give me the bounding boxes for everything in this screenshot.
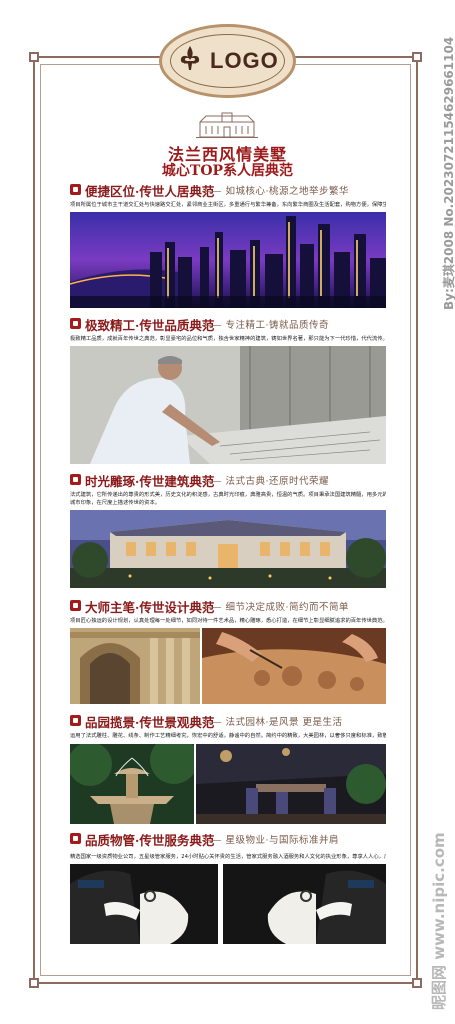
section-heading: 品质物管·传世服务典范 (85, 833, 215, 848)
section-body-line: 运用了法式雕柱、雕花、线条、制作工艺精细考究，恢宏中的舒适，静谧中的自然。简约中… (70, 733, 386, 739)
fleur-de-lis-icon (180, 46, 200, 70)
section-body-line: 项目匠心独运的设计规划，认真处理每一处细节，如同对待一件艺术品，精心雕琢，悉心打… (70, 618, 386, 624)
section-body-line: 法式建筑，它所传递出的尊贵的形式美，历史文化的积淀感，古典时光印痕，典雅高贵，恒… (70, 492, 386, 498)
section-tagline: —— 如城核心·桃源之地举步繁华 (202, 186, 350, 197)
frame-corner-ornament (412, 978, 422, 988)
service-icon (70, 833, 81, 844)
site-watermark-logo: 昵图网 www.nipic.com (430, 832, 448, 1010)
section-body-line: 精选国家一级资质物业公司，五星级管家服务，24小时贴心关怀贵的生活，管家式服务融… (70, 854, 386, 860)
butler-service-image-left (70, 864, 218, 944)
page-subtitle: 城心TOP系人居典范 (161, 163, 294, 179)
location-icon (70, 184, 81, 195)
section-body-line: 城市印象，在尺度上描述传世的资本。 (70, 500, 161, 506)
frame-corner-ornament (29, 52, 39, 62)
section-body: 法式建筑，它所传递出的尊贵的形式美，历史文化的积淀感，古典时光印痕，典雅高贵，恒… (70, 491, 386, 507)
garden-terrace-dining-image (196, 744, 386, 824)
frame-corner-ornament (412, 52, 422, 62)
city-night-skyline-image (70, 212, 386, 308)
architect-at-desk-image (70, 346, 386, 464)
section-body: 极致精工品质，成就百年传世之典范，彰显豪宅的品位和气质，独含世家精神的建筑，铸如… (70, 335, 386, 343)
section-heading: 便捷区位·传世人居典范 (85, 184, 215, 199)
section-heading: 品园揽景·传世景观典范 (85, 715, 215, 730)
frame-corner-ornament (29, 978, 39, 988)
compass-icon (70, 600, 81, 611)
header-divider (196, 137, 258, 138)
side-watermark-text: By:麦琪2008 No.20230721154629661104 (442, 36, 455, 310)
building-icon (70, 474, 81, 485)
crown-icon (70, 318, 81, 329)
section-body-line: 极致精工品质，成就百年传世之典范，彰显豪宅的品位和气质，独含世家精神的建筑，铸如… (70, 336, 386, 342)
classical-architecture-image (70, 628, 200, 704)
garden-icon (70, 715, 81, 726)
section-tagline: —— 细节决定成败·简约而不简单 (202, 602, 350, 613)
poster-page: LOGO 法兰西风情美墅 城心TOP系人居典范 便捷区位·传世人居典范 —— 如… (0, 0, 455, 1024)
section-body: 项目匠心独运的设计规划，认真处理每一处细节，如同对待一件艺术品，精心雕琢，悉心打… (70, 617, 386, 625)
mansion-outline-icon (199, 112, 255, 138)
logo-text: LOGO (210, 48, 279, 73)
garden-fountain-image (70, 744, 194, 824)
french-villa-facade-image (70, 510, 386, 588)
butler-service-image-right (223, 864, 386, 944)
section-heading: 极致精工·传世品质典范 (85, 318, 215, 333)
section-heading: 时光雕琢·传世建筑典范 (85, 474, 215, 489)
section-body-line: 项目所属位于城市主干道交汇处与快速路交汇处，紧邻商业主街区，多重通行与繁华兼备，… (70, 202, 386, 208)
section-tagline: —— 星级物业·与国际标准并肩 (202, 835, 340, 846)
wood-carving-hands-image (202, 628, 386, 704)
section-body: 精选国家一级资质物业公司，五星级管家服务，24小时贴心关怀贵的生活，管家式服务融… (70, 853, 386, 861)
section-tagline: —— 法式古典·还原时代荣耀 (202, 476, 330, 487)
section-body: 项目所属位于城市主干道交汇处与快速路交汇处，紧邻商业主街区，多重通行与繁华兼备，… (70, 201, 386, 209)
section-body: 运用了法式雕柱、雕花、线条、制作工艺精细考究，恢宏中的舒适，静谧中的自然。简约中… (70, 732, 386, 740)
section-tagline: —— 专注精工·铸就品质传奇 (202, 320, 330, 331)
section-tagline: —— 法式园林·是风景 更是生活 (202, 717, 343, 728)
section-heading: 大师主笔·传世设计典范 (85, 600, 215, 615)
